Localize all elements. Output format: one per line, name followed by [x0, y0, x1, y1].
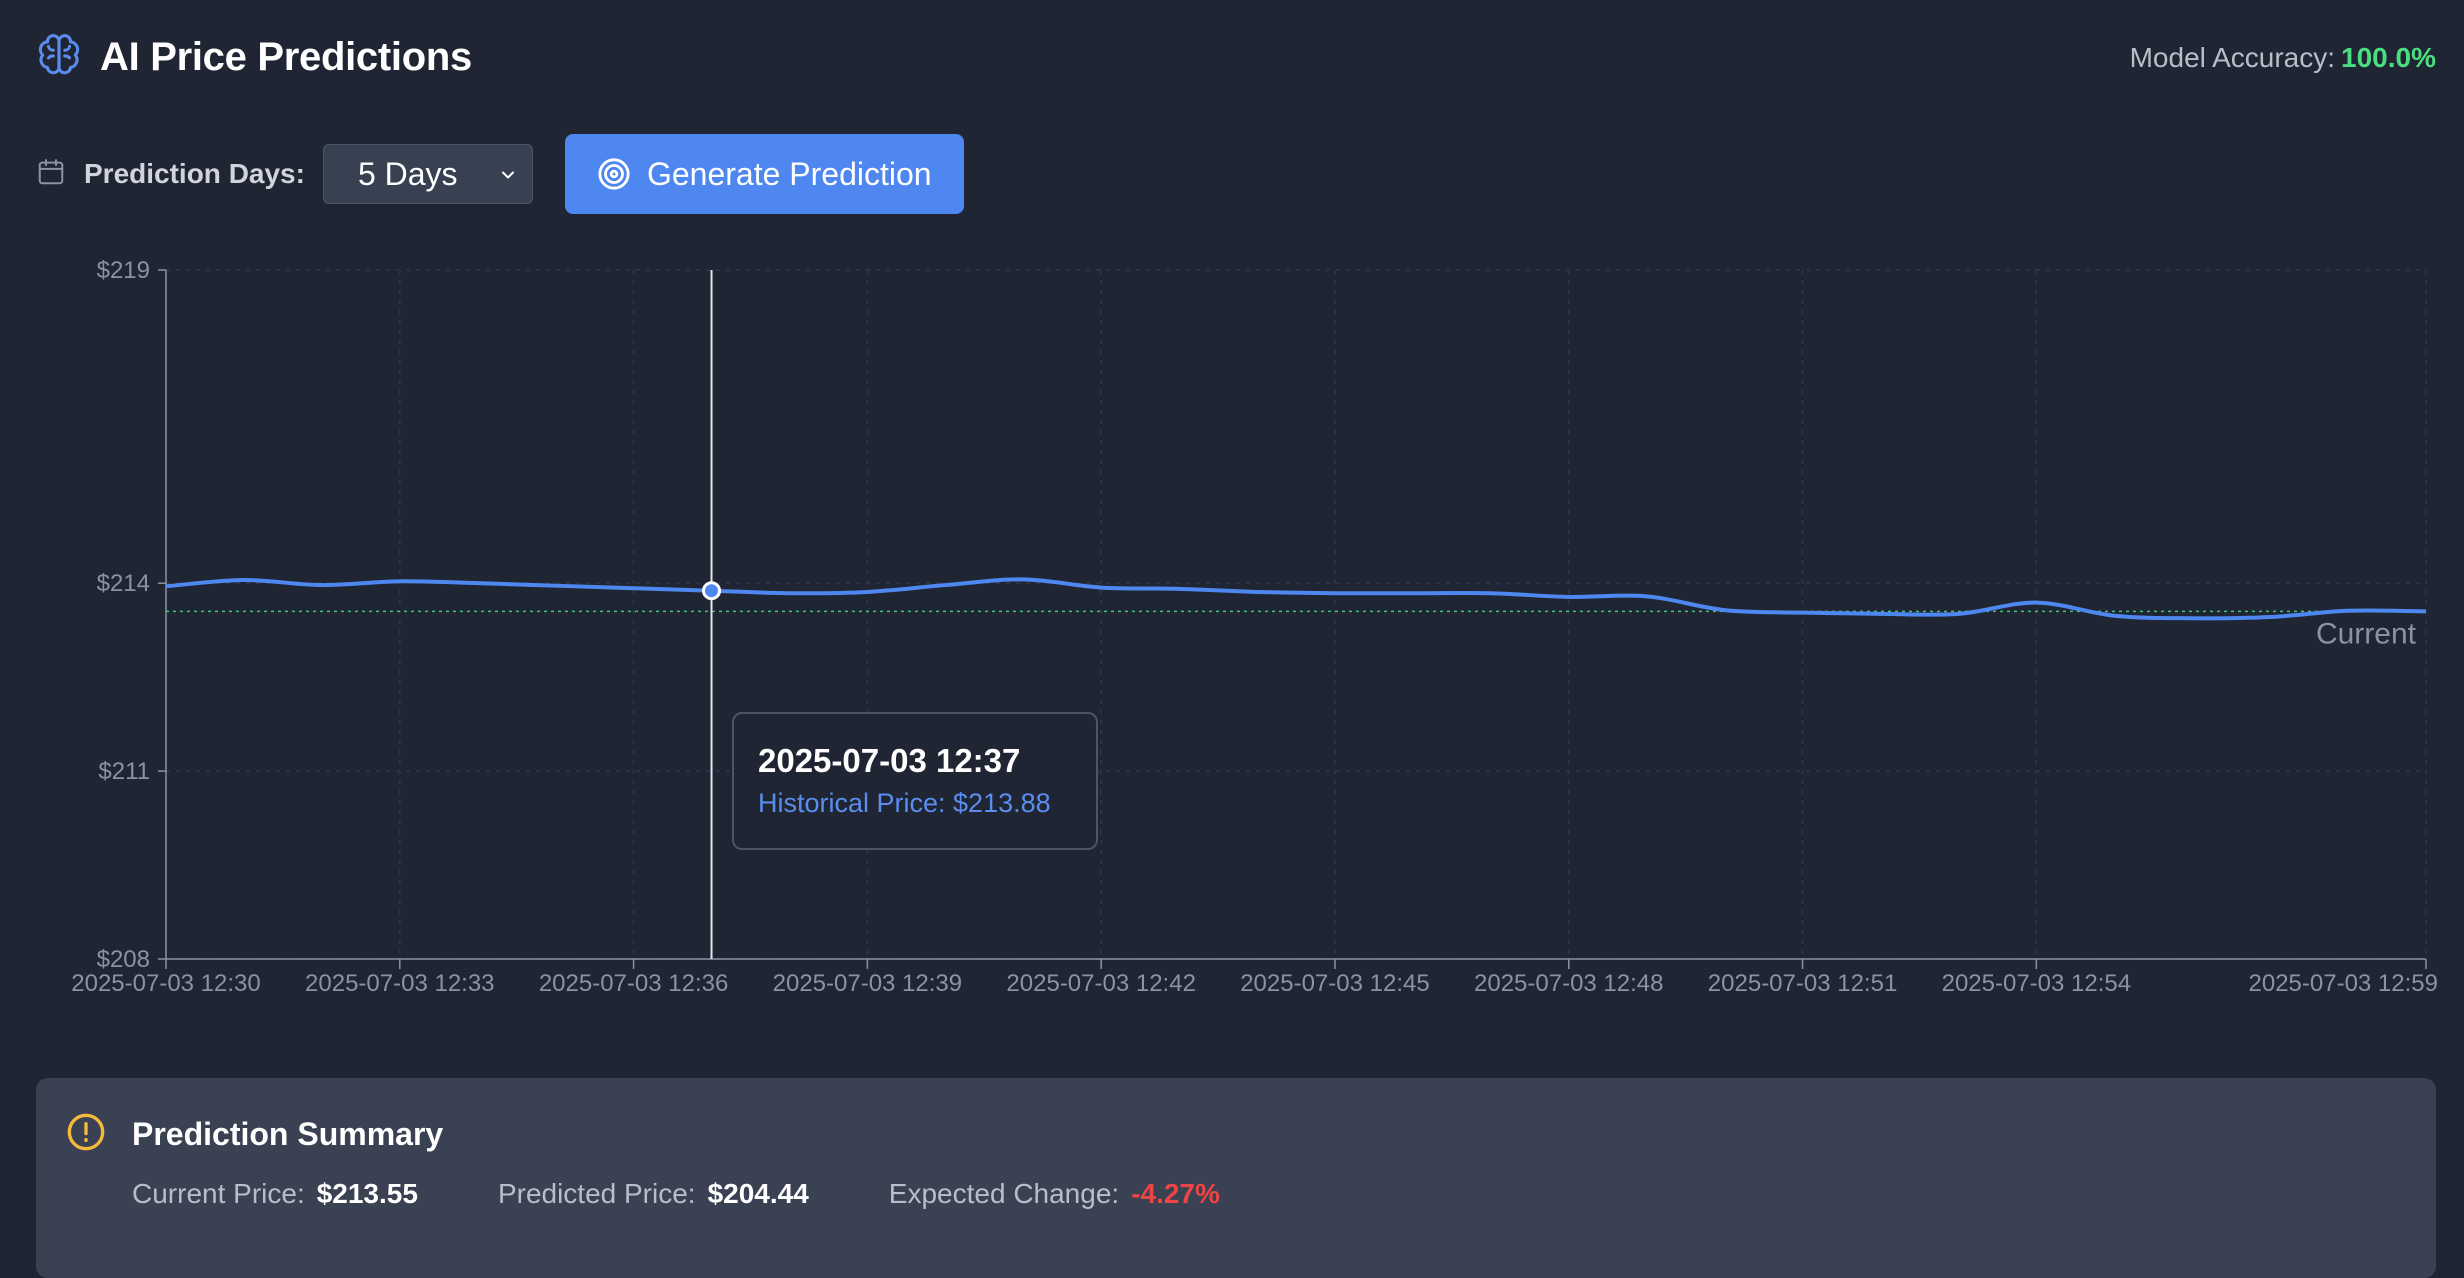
x-tick-label: 2025-07-03 12:30 [71, 970, 261, 997]
x-tick-label: 2025-07-03 12:51 [1708, 970, 1898, 997]
y-tick-label: $219 [97, 257, 150, 284]
x-tick-label: 2025-07-03 12:45 [1240, 970, 1430, 997]
expected-change-stat: Expected Change: -4.27% [889, 1178, 1220, 1210]
generate-prediction-button[interactable]: Generate Prediction [564, 134, 964, 214]
predicted-price-label: Predicted Price: [497, 1178, 696, 1209]
predicted-price-value: $204.44 [707, 1178, 809, 1209]
accuracy-value: 100.0% [2341, 42, 2436, 73]
x-tick-label: 2025-07-03 12:36 [539, 970, 729, 997]
model-accuracy: Model Accuracy: 100.0% [2130, 42, 2436, 74]
chevron-down-icon [501, 171, 514, 179]
x-tick-label: 2025-07-03 12:59 [2249, 970, 2439, 997]
x-tick-label: 2025-07-03 12:42 [1006, 970, 1196, 997]
x-tick-label: 2025-07-03 12:54 [1942, 970, 2132, 997]
summary-stats: Current Price: $213.55 Predicted Price: $2… [132, 1178, 1300, 1210]
y-tick-label: $214 [97, 570, 150, 597]
controls: Prediction Days: 5 Days Generate Predict… [36, 134, 964, 214]
price-chart-svg: $208 $211 $214 $219 2025-07-03 12:30 2025-07-… [71, 257, 2439, 997]
calendar-icon [36, 157, 66, 192]
hover-point [702, 581, 722, 601]
prediction-summary: Prediction Summary Current Price: $213.55… [36, 1078, 2436, 1278]
y-tick-label: $208 [97, 946, 150, 973]
summary-title: Prediction Summary [132, 1116, 444, 1152]
historical-price-line [165, 577, 2427, 621]
predicted-price-stat: Predicted Price: $204.44 [498, 1178, 809, 1210]
current-price-label: Current Price: [132, 1178, 305, 1209]
target-icon [598, 158, 630, 190]
alert-circle-icon [67, 1113, 105, 1151]
prediction-days-value: 5 Days [357, 155, 458, 192]
x-tick-label: 2025-07-03 12:39 [773, 970, 963, 997]
brand: AI Price Predictions [36, 32, 472, 83]
expected-change-label: Expected Change: [888, 1178, 1120, 1209]
header: AI Price Predictions Model Accuracy: 100.… [36, 30, 2436, 86]
brain-icon [36, 32, 82, 83]
x-tick-label: 2025-07-03 12:48 [1474, 970, 1664, 997]
expected-change-value: -4.27% [1131, 1178, 1220, 1209]
tooltip-time: 2025-07-03 12:37 [758, 742, 1021, 779]
prediction-days-select[interactable]: 5 Days [322, 144, 533, 204]
page-title: AI Price Predictions [100, 35, 472, 79]
current-price-stat: Current Price: $213.55 [132, 1178, 418, 1210]
price-chart[interactable]: $208 $211 $214 $219 2025-07-03 12:30 2025-07-… [0, 250, 2464, 1010]
accuracy-label: Model Accuracy: [2129, 42, 2336, 73]
chart-tooltip: 2025-07-03 12:37 Historical Price: $213.… [732, 712, 1098, 850]
tooltip-value: Historical Price: $213.88 [758, 788, 1051, 818]
prediction-days-label: Prediction Days: [84, 158, 305, 189]
reference-line-label: Current [2316, 617, 2417, 650]
x-tick-label: 2025-07-03 12:33 [305, 970, 495, 997]
generate-prediction-label: Generate Prediction [646, 155, 932, 192]
current-price-value: $213.55 [316, 1178, 418, 1209]
y-tick-label: $211 [98, 758, 150, 785]
